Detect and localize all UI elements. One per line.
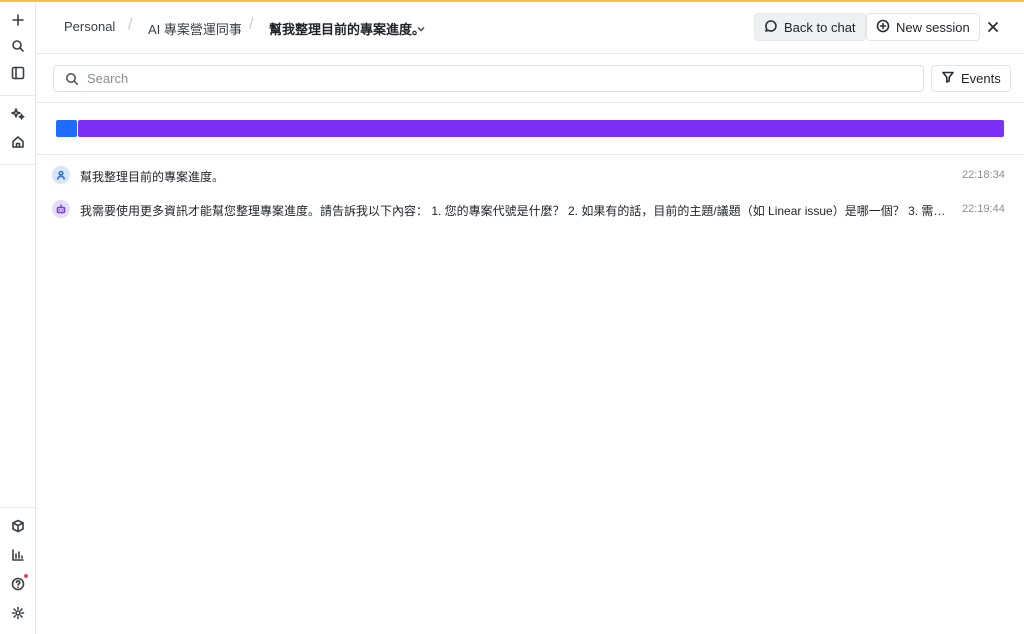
- home-icon[interactable]: [8, 132, 28, 152]
- box-icon[interactable]: [8, 516, 28, 536]
- session-timeline: [36, 103, 1024, 155]
- new-session-label: New session: [896, 19, 970, 35]
- search-input[interactable]: [87, 66, 907, 91]
- bot-icon: [52, 200, 70, 218]
- events-filter-label: Events: [961, 71, 1001, 86]
- timeline-track: [56, 120, 1004, 137]
- plus-circle-icon: [876, 19, 890, 36]
- notification-dot: [24, 574, 28, 578]
- event-timestamp: 22:18:34: [962, 169, 1005, 181]
- chat-bubble-icon: [764, 19, 778, 36]
- filter-icon: [941, 70, 955, 87]
- close-icon[interactable]: [984, 18, 1002, 36]
- settings-icon[interactable]: [8, 603, 28, 623]
- breadcrumb-agent[interactable]: AI 專案營運同事: [148, 19, 242, 38]
- events-filter-button[interactable]: Events: [931, 65, 1011, 92]
- new-session-button[interactable]: New session: [866, 13, 980, 41]
- search-box[interactable]: [53, 65, 924, 92]
- back-to-chat-label: Back to chat: [784, 19, 856, 35]
- timeline-segment-user[interactable]: [56, 120, 77, 137]
- sparkles-icon[interactable]: [8, 104, 28, 124]
- panel-icon[interactable]: [8, 63, 28, 83]
- search-icon[interactable]: [8, 36, 28, 56]
- event-message: 我需要使用更多資訊才能幫您整理專案進度。請告訴我以下內容： 1. 您的專案代號是…: [80, 204, 950, 218]
- breadcrumb-personal[interactable]: Personal: [64, 19, 115, 34]
- chart-icon[interactable]: [8, 545, 28, 565]
- plus-icon[interactable]: [8, 10, 28, 30]
- user-icon: [52, 166, 70, 184]
- back-to-chat-button[interactable]: Back to chat: [754, 13, 866, 41]
- event-row[interactable]: 我需要使用更多資訊才能幫您整理專案進度。請告訴我以下內容： 1. 您的專案代號是…: [36, 195, 1024, 225]
- breadcrumb-separator: /: [128, 16, 133, 33]
- left-rail: [0, 2, 36, 634]
- search-icon: [65, 72, 79, 86]
- event-row[interactable]: 幫我整理目前的專案進度。 22:18:34: [36, 161, 1024, 191]
- breadcrumb-separator: /: [249, 16, 254, 33]
- search-toolbar: Events: [36, 54, 1024, 103]
- header-bar: Personal / AI 專案營運同事 / 幫我整理目前的專案進度。 Back…: [36, 2, 1024, 54]
- chevron-down-icon[interactable]: [416, 21, 426, 32]
- timeline-segment-assistant[interactable]: [77, 120, 1004, 137]
- event-message: 幫我整理目前的專案進度。: [80, 170, 225, 184]
- event-timestamp: 22:19:44: [962, 203, 1005, 215]
- breadcrumb-session[interactable]: 幫我整理目前的專案進度。: [269, 19, 425, 38]
